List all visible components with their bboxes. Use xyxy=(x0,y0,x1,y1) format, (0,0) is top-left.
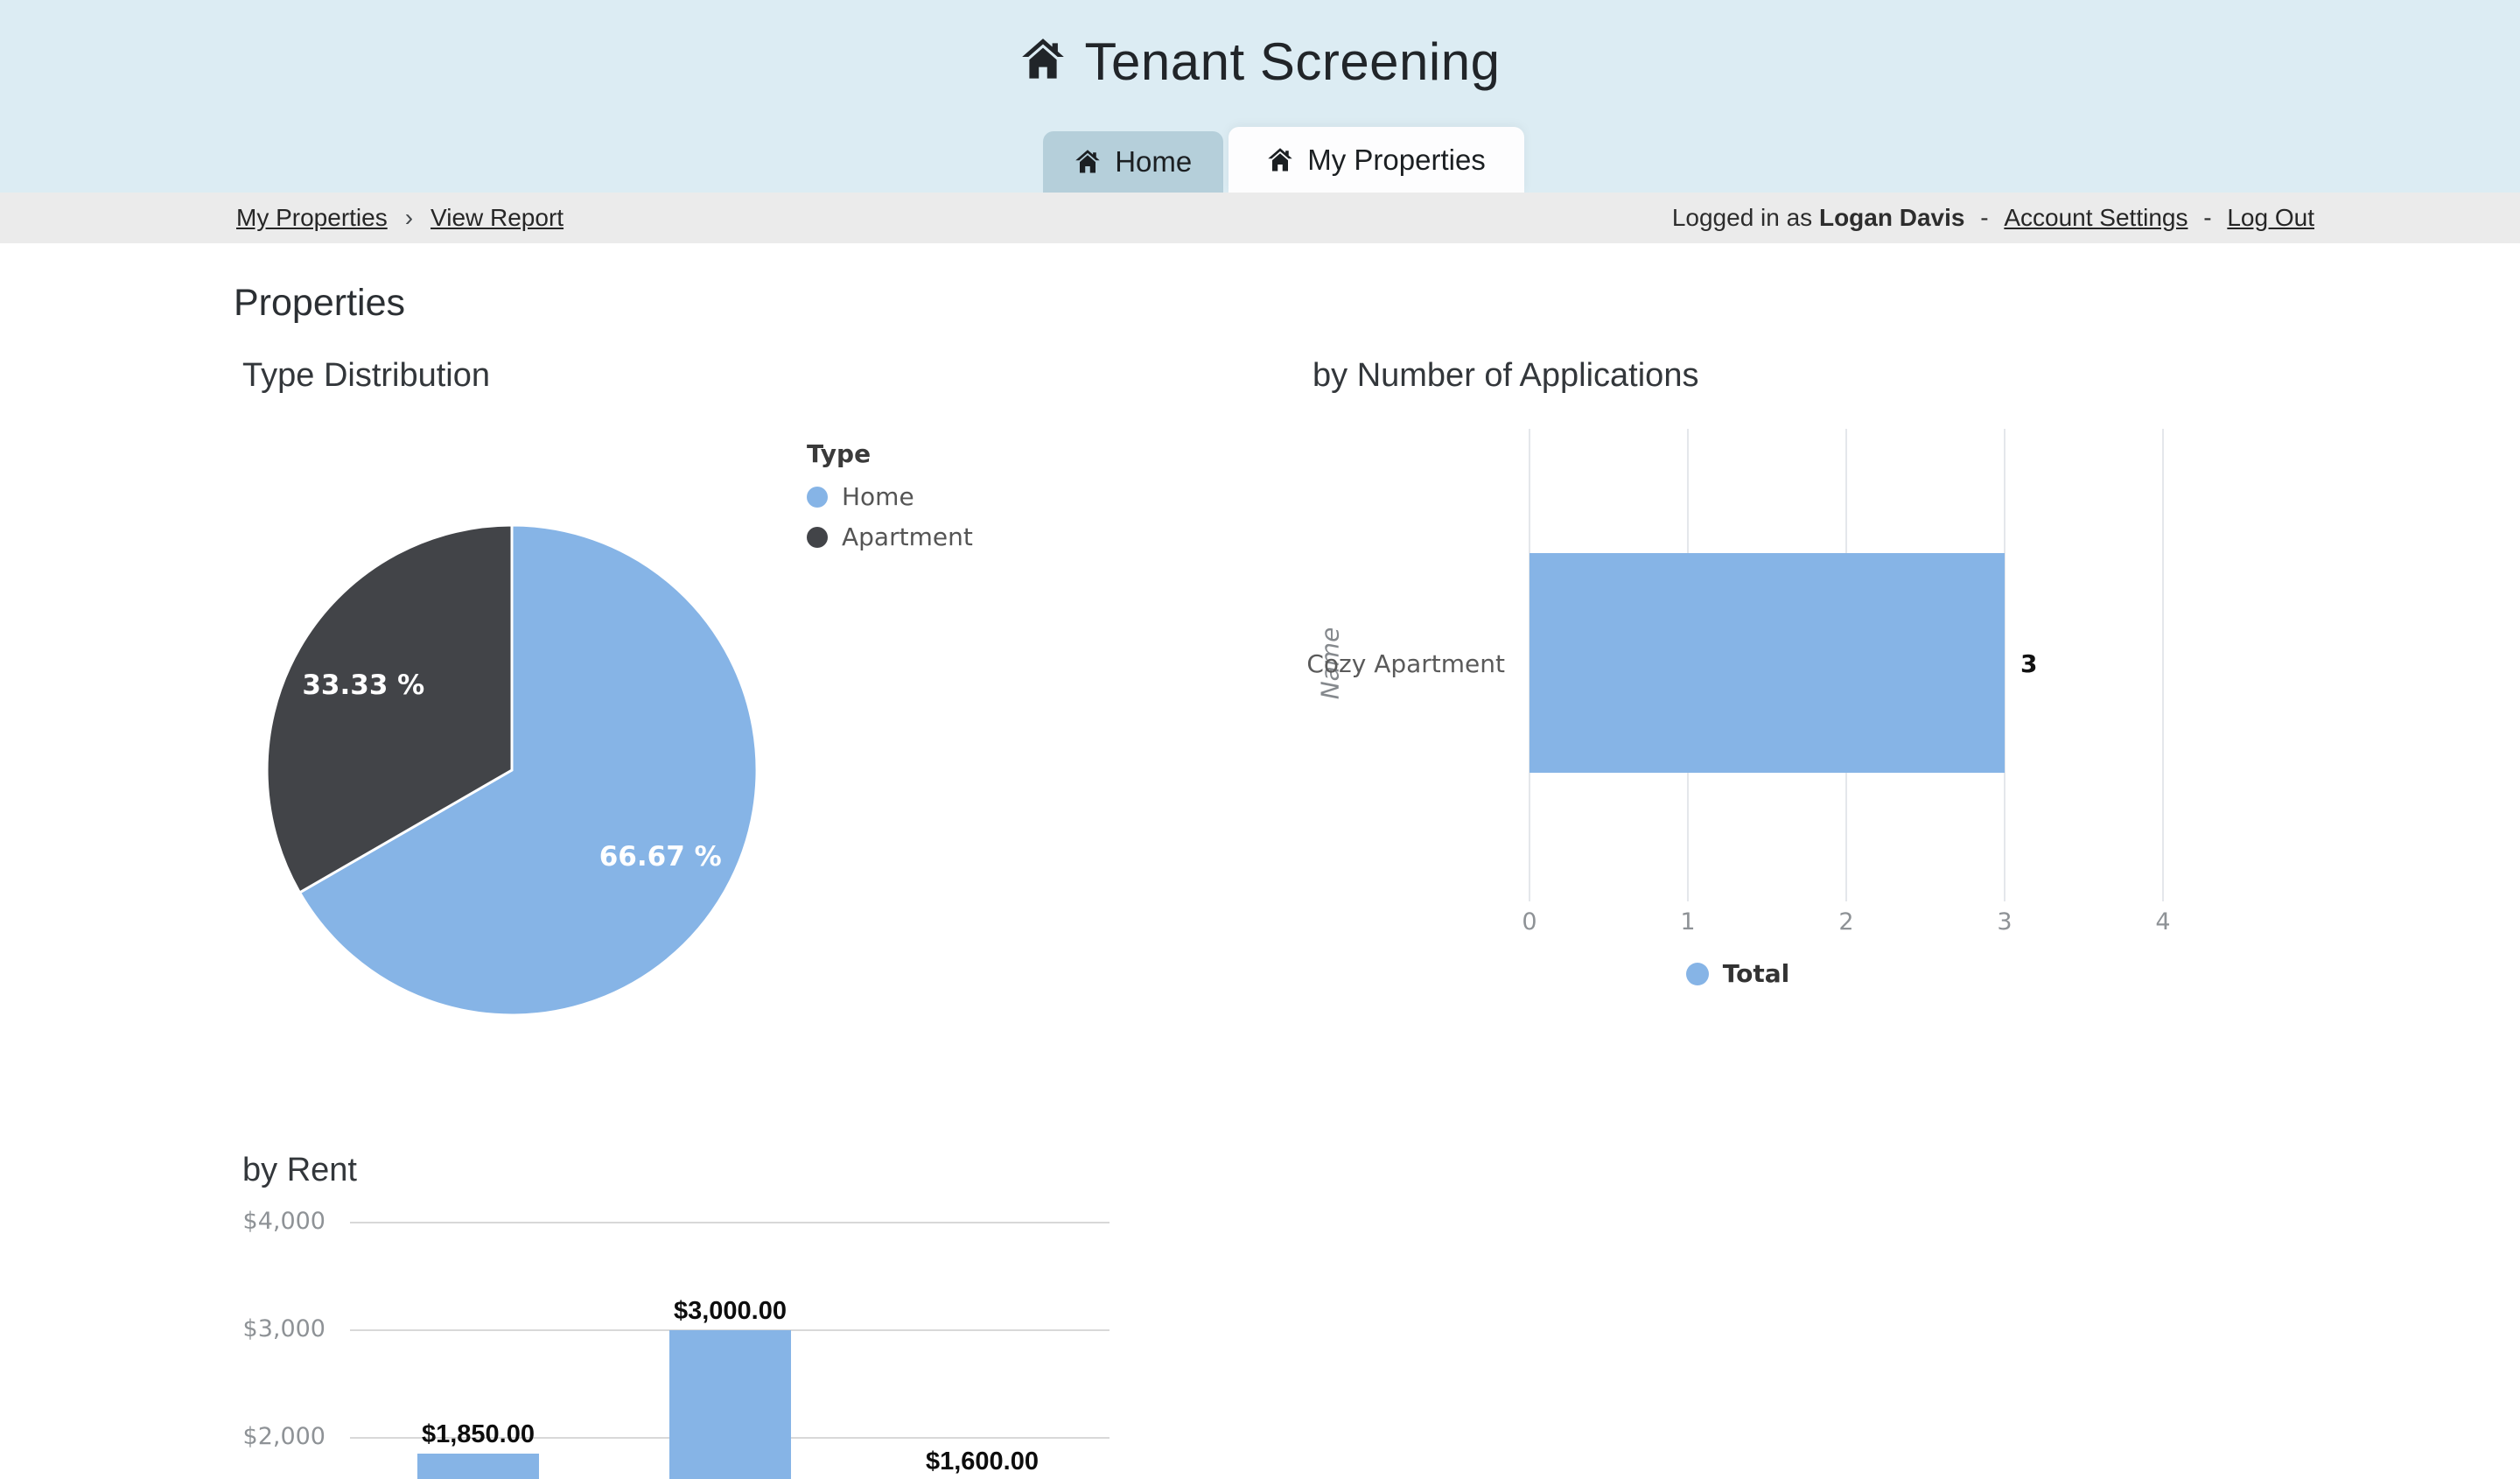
pie-legend: Type Home Apartment xyxy=(807,439,973,563)
grid-line xyxy=(2162,429,2164,901)
rent-bar-value-label: $1,600.00 xyxy=(878,1447,1088,1476)
page-title: Properties xyxy=(234,282,405,325)
app-title: Tenant Screening xyxy=(1085,32,1501,92)
chart-legend: Total xyxy=(1312,959,2163,988)
tab-my-properties[interactable]: My Properties xyxy=(1228,127,1524,193)
x-tick-label: 2 xyxy=(1820,908,1872,936)
breadcrumb-link-my-properties[interactable]: My Properties xyxy=(236,204,388,231)
dash-separator: - xyxy=(2196,204,2218,231)
dash-separator: - xyxy=(1973,204,1995,231)
logged-in-text: Logged in as xyxy=(1672,204,1819,231)
applications-chart-title: by Number of Applications xyxy=(1312,357,1698,395)
y-tick-label: $3,000 xyxy=(201,1315,326,1342)
home-icon xyxy=(1267,147,1293,173)
legend-swatch xyxy=(807,527,828,548)
legend-swatch xyxy=(1686,963,1709,985)
account-settings-link[interactable]: Account Settings xyxy=(2004,204,2188,231)
home-icon xyxy=(1020,37,1066,82)
category-label: Cozy Apartment xyxy=(1190,649,1505,678)
page: Tenant Screening Home My Properties My Pr… xyxy=(0,0,2520,1479)
legend-swatch xyxy=(807,487,828,508)
pie-chart-title: Type Distribution xyxy=(242,357,490,395)
rent-bar xyxy=(417,1454,539,1479)
pie-slice-label: 66.67 % xyxy=(599,841,722,873)
home-icon xyxy=(1074,149,1101,175)
title-row: Tenant Screening xyxy=(0,32,2520,92)
bar-value-label: 3 xyxy=(2020,649,2037,678)
x-tick-label: 3 xyxy=(1978,908,2031,936)
log-out-link[interactable]: Log Out xyxy=(2227,204,2314,231)
breadcrumb-bar: My Properties › View Report Logged in as L… xyxy=(0,193,2520,243)
home-icon xyxy=(1020,37,1066,87)
user-session-info: Logged in as Logan Davis - Account Setti… xyxy=(1672,204,2314,232)
legend-item-home: Home xyxy=(807,482,973,511)
y-tick-label: $4,000 xyxy=(201,1208,326,1235)
breadcrumb-link-view-report[interactable]: View Report xyxy=(430,204,564,231)
legend-label: Total xyxy=(1723,959,1790,988)
breadcrumb-separator: › xyxy=(405,204,413,231)
legend-label: Apartment xyxy=(842,522,973,551)
nav-tabs: Home My Properties xyxy=(24,127,2520,193)
x-tick-label: 4 xyxy=(2137,908,2189,936)
rent-bar-value-label: $3,000.00 xyxy=(626,1297,836,1326)
grid-line xyxy=(350,1222,1110,1223)
tab-label: My Properties xyxy=(1307,144,1486,177)
rent-chart-title: by Rent xyxy=(242,1152,357,1189)
tab-home[interactable]: Home xyxy=(1043,131,1223,193)
legend-item-apartment: Apartment xyxy=(807,522,973,551)
pie-slice-label: 33.33 % xyxy=(302,669,424,701)
legend-label: Home xyxy=(842,482,914,511)
x-tick-label: 1 xyxy=(1662,908,1714,936)
app-header: Tenant Screening Home My Properties xyxy=(0,0,2520,193)
type-distribution-pie-chart: 66.67 % 33.33 % xyxy=(262,520,762,1020)
x-tick-label: 0 xyxy=(1503,908,1556,936)
bar-cozy-apartment xyxy=(1530,553,2005,773)
pie-legend-title: Type xyxy=(807,439,973,468)
rent-bar xyxy=(669,1330,791,1479)
y-tick-label: $2,000 xyxy=(201,1423,326,1450)
rent-bar-value-label: $1,850.00 xyxy=(374,1420,584,1449)
tab-label: Home xyxy=(1115,145,1192,179)
user-name: Logan Davis xyxy=(1819,204,1964,231)
breadcrumb: My Properties › View Report xyxy=(236,204,564,232)
